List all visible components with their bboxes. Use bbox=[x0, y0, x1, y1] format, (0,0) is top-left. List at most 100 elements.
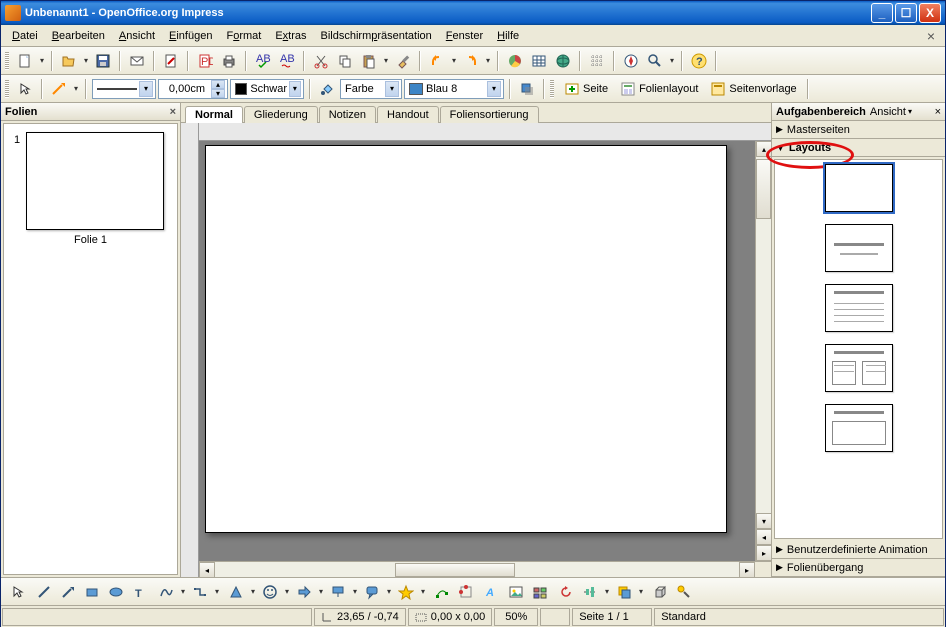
select-tool[interactable] bbox=[7, 581, 29, 603]
text-tool[interactable]: T bbox=[129, 581, 151, 603]
edit-file-button[interactable] bbox=[160, 50, 182, 72]
curve-tool[interactable] bbox=[155, 581, 177, 603]
line-style-combo[interactable]: ▾ bbox=[92, 79, 156, 99]
ellipse-tool[interactable] bbox=[105, 581, 127, 603]
section-layouts[interactable]: ▼Layouts bbox=[772, 139, 945, 157]
rotate-tool[interactable] bbox=[555, 581, 577, 603]
shadow-button[interactable] bbox=[516, 78, 538, 100]
menu-file[interactable]: Datei bbox=[5, 28, 45, 44]
new-button[interactable] bbox=[14, 50, 36, 72]
insert-slide-button[interactable]: Seite bbox=[559, 78, 613, 100]
spellcheck-button[interactable]: ABC bbox=[252, 50, 274, 72]
callout-tool[interactable] bbox=[361, 581, 383, 603]
tab-outline[interactable]: Gliederung bbox=[244, 106, 318, 123]
open-dropdown[interactable]: ▾ bbox=[82, 56, 90, 65]
symbol-shapes-tool[interactable] bbox=[259, 581, 281, 603]
toolbar-grip-3[interactable] bbox=[550, 80, 554, 98]
navigator-button[interactable] bbox=[620, 50, 642, 72]
tasks-view-dropdown[interactable]: ▾ bbox=[908, 107, 912, 116]
tab-normal[interactable]: Normal bbox=[185, 106, 243, 123]
save-button[interactable] bbox=[92, 50, 114, 72]
paste-button[interactable] bbox=[358, 50, 380, 72]
chart-button[interactable] bbox=[504, 50, 526, 72]
fill-bucket-button[interactable] bbox=[316, 78, 338, 100]
tab-handout[interactable]: Handout bbox=[377, 106, 439, 123]
cut-button[interactable] bbox=[310, 50, 332, 72]
align-tool[interactable] bbox=[579, 581, 601, 603]
layout-title-only[interactable] bbox=[825, 404, 893, 452]
slide-canvas[interactable] bbox=[205, 145, 727, 533]
stars-tool[interactable] bbox=[395, 581, 417, 603]
tab-notes[interactable]: Notizen bbox=[319, 106, 376, 123]
zoom-dropdown[interactable]: ▾ bbox=[668, 56, 676, 65]
basic-shapes-tool[interactable] bbox=[225, 581, 247, 603]
slide-layout-button[interactable]: Folienlayout bbox=[615, 78, 703, 100]
toolbar-grip-2[interactable] bbox=[5, 80, 9, 98]
layout-title[interactable] bbox=[825, 224, 893, 272]
undo-dropdown[interactable]: ▾ bbox=[450, 56, 458, 65]
slides-pane-close[interactable]: × bbox=[170, 106, 176, 118]
redo-dropdown[interactable]: ▾ bbox=[484, 56, 492, 65]
line-color-combo[interactable]: Schwarz ▾ bbox=[230, 79, 304, 99]
layout-two-content[interactable] bbox=[825, 344, 893, 392]
section-slide-transition[interactable]: ▶Folienübergang bbox=[772, 559, 945, 577]
redo-button[interactable] bbox=[460, 50, 482, 72]
line-width-combo[interactable]: 0,00cm ▴▾ bbox=[158, 79, 228, 99]
menu-format[interactable]: Format bbox=[219, 28, 268, 44]
grid-button[interactable] bbox=[586, 50, 608, 72]
table-button[interactable] bbox=[528, 50, 550, 72]
menu-help[interactable]: Hilfe bbox=[490, 28, 526, 44]
slide-master-button[interactable]: Seitenvorlage bbox=[705, 78, 801, 100]
arrange-tool[interactable] bbox=[613, 581, 635, 603]
interaction-tool[interactable] bbox=[673, 581, 695, 603]
undo-button[interactable] bbox=[426, 50, 448, 72]
format-paintbrush-button[interactable] bbox=[392, 50, 414, 72]
extrusion-tool[interactable] bbox=[649, 581, 671, 603]
insert-image-tool[interactable] bbox=[505, 581, 527, 603]
prev-slide-button[interactable]: ◂ bbox=[756, 529, 772, 545]
section-master-pages[interactable]: ▶Masterseiten bbox=[772, 121, 945, 139]
tab-sorter[interactable]: Foliensortierung bbox=[440, 106, 539, 123]
export-pdf-button[interactable]: PDF bbox=[194, 50, 216, 72]
menu-edit[interactable]: Bearbeiten bbox=[45, 28, 112, 44]
section-custom-animation[interactable]: ▶Benutzerdefinierte Animation bbox=[772, 541, 945, 559]
next-slide-button[interactable]: ▸ bbox=[756, 545, 772, 561]
menu-window[interactable]: Fenster bbox=[439, 28, 490, 44]
close-button[interactable]: X bbox=[919, 3, 941, 23]
menu-extras[interactable]: Extras bbox=[268, 28, 313, 44]
fill-mode-combo[interactable]: Farbe ▾ bbox=[340, 79, 402, 99]
slide-thumbnail-1[interactable] bbox=[26, 132, 164, 230]
connector-tool[interactable] bbox=[189, 581, 211, 603]
fill-color-combo[interactable]: Blau 8 ▾ bbox=[404, 79, 504, 99]
print-button[interactable] bbox=[218, 50, 240, 72]
layout-blank[interactable] bbox=[825, 164, 893, 212]
line-tool[interactable] bbox=[33, 581, 55, 603]
line-arrow-dropdown[interactable]: ▾ bbox=[72, 84, 80, 93]
menu-close-doc[interactable]: × bbox=[921, 28, 941, 44]
line-arrow-end-button[interactable] bbox=[48, 78, 70, 100]
paste-dropdown[interactable]: ▾ bbox=[382, 56, 390, 65]
maximize-button[interactable]: ☐ bbox=[895, 3, 917, 23]
new-dropdown[interactable]: ▾ bbox=[38, 56, 46, 65]
autospell-button[interactable]: ABC bbox=[276, 50, 298, 72]
tasks-pane-close[interactable]: × bbox=[935, 106, 941, 118]
copy-button[interactable] bbox=[334, 50, 356, 72]
gallery-tool[interactable] bbox=[529, 581, 551, 603]
arrow-line-tool[interactable] bbox=[57, 581, 79, 603]
mail-button[interactable] bbox=[126, 50, 148, 72]
horizontal-scrollbar[interactable]: ◂ ▸ bbox=[199, 561, 771, 577]
rectangle-tool[interactable] bbox=[81, 581, 103, 603]
vertical-scrollbar[interactable]: ▴ ▾ ◂ ▸ bbox=[755, 141, 771, 561]
menu-view[interactable]: Ansicht bbox=[112, 28, 162, 44]
arrow-tool-button[interactable] bbox=[14, 78, 36, 100]
open-button[interactable] bbox=[58, 50, 80, 72]
toolbar-grip[interactable] bbox=[5, 52, 9, 70]
menu-insert[interactable]: Einfügen bbox=[162, 28, 219, 44]
hyperlink-button[interactable] bbox=[552, 50, 574, 72]
zoom-button[interactable] bbox=[644, 50, 666, 72]
fontwork-tool[interactable]: A bbox=[481, 581, 503, 603]
status-zoom[interactable]: 50% bbox=[494, 608, 538, 626]
glue-points-tool[interactable] bbox=[455, 581, 477, 603]
help-button[interactable]: ? bbox=[688, 50, 710, 72]
menu-slideshow[interactable]: Bildschirmpräsentation bbox=[314, 28, 439, 44]
